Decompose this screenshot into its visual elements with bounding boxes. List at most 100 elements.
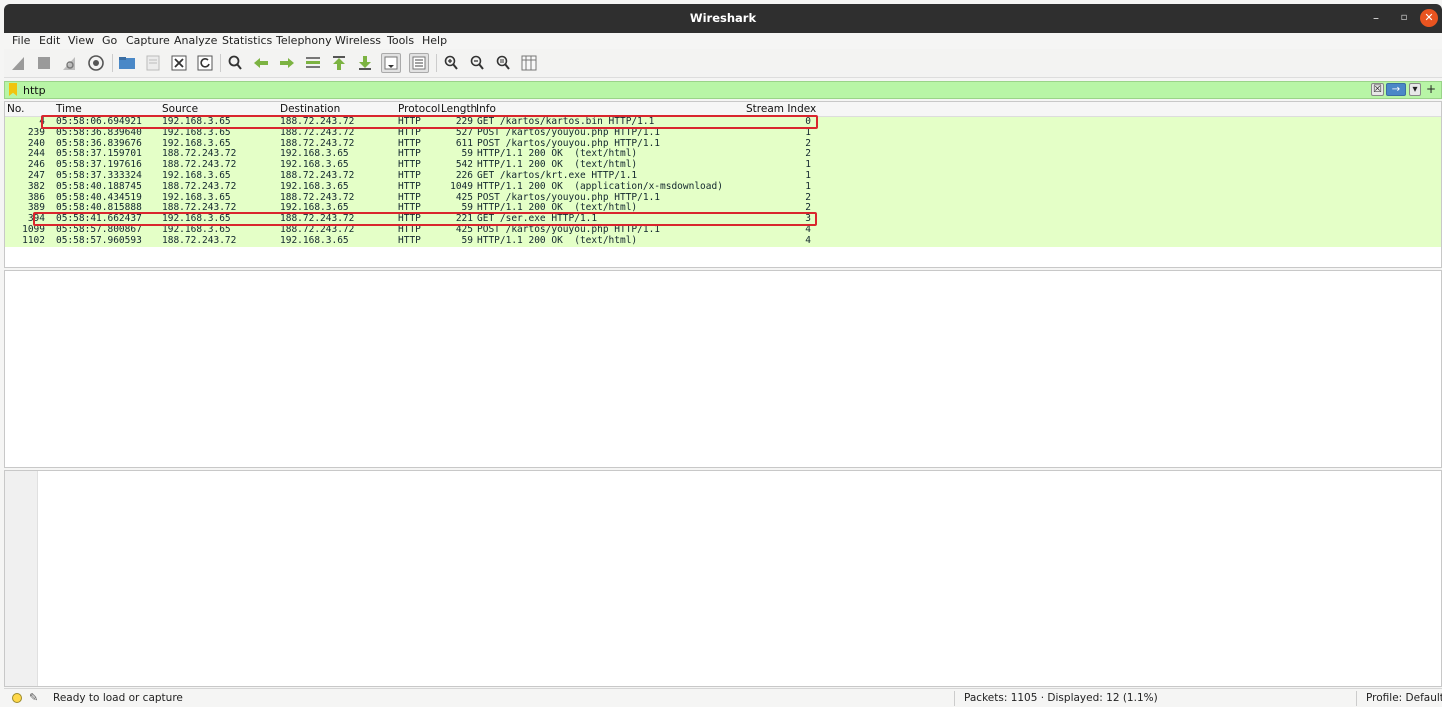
add-filter-button[interactable]: + xyxy=(1426,82,1436,96)
go-last-icon[interactable] xyxy=(355,53,375,73)
packet-cell-no: 382 xyxy=(27,180,45,192)
packet-cell-info: HTTP/1.1 200 OK (application/x-msdownloa… xyxy=(477,180,723,192)
packet-row[interactable]: 239 05:58:36.839640 192.168.3.65 188.72.243… xyxy=(5,126,1441,139)
packet-row[interactable]: 382 05:58:40.188745 188.72.243.72 192.168.3… xyxy=(5,180,1441,193)
menu-view[interactable]: View xyxy=(68,34,94,47)
column-header-source[interactable]: Source xyxy=(162,103,198,115)
packet-cell-len: 527 xyxy=(455,126,473,138)
go-first-icon[interactable] xyxy=(329,53,349,73)
packet-cell-len: 59 xyxy=(461,234,473,246)
packet-cell-stream: 1 xyxy=(805,126,811,138)
packet-cell-stream: 0 xyxy=(805,116,811,127)
go-back-icon[interactable] xyxy=(251,53,271,73)
packet-cell-src: 188.72.243.72 xyxy=(162,180,237,192)
menu-go[interactable]: Go xyxy=(102,34,117,47)
capture-options-icon[interactable] xyxy=(86,53,106,73)
packet-cell-stream: 3 xyxy=(805,213,811,225)
restart-capture-icon[interactable] xyxy=(60,53,80,73)
maximize-button[interactable]: ▫ xyxy=(1395,9,1413,27)
display-filter-bar: ☒ → ▾ + xyxy=(4,81,1442,99)
packet-cell-src: 192.168.3.65 xyxy=(162,126,231,138)
column-header-length[interactable]: Length xyxy=(441,103,477,115)
packet-list-header: No. Time Source Destination Protocol Len… xyxy=(5,102,1441,117)
packet-bytes-pane[interactable] xyxy=(4,470,1442,687)
packet-details-pane[interactable] xyxy=(4,270,1442,468)
packet-row[interactable]: 1102 05:58:57.960593 188.72.243.72 192.168.… xyxy=(5,234,1441,247)
menu-capture[interactable]: Capture xyxy=(126,34,170,47)
bookmark-icon[interactable] xyxy=(9,83,17,96)
packet-cell-no: 239 xyxy=(27,126,45,138)
toolbar-separator xyxy=(220,54,221,72)
packet-cell-stream: 2 xyxy=(805,148,811,160)
resize-columns-icon[interactable] xyxy=(519,53,539,73)
menu-help[interactable]: Help xyxy=(422,34,447,47)
title-bar: Wireshark – ▫ ✕ xyxy=(4,4,1442,33)
packet-cell-src: 188.72.243.72 xyxy=(162,234,237,246)
packet-cell-len: 1049 xyxy=(450,180,473,192)
go-forward-icon[interactable] xyxy=(277,53,297,73)
status-bar: ✎ Ready to load or capture Packets: 1105… xyxy=(4,688,1442,707)
packet-cell-proto: HTTP xyxy=(398,234,421,246)
packet-cell-time: 05:58:36.839640 xyxy=(56,126,142,138)
toolbar-separator xyxy=(112,54,113,72)
filter-history-dropdown[interactable]: ▾ xyxy=(1409,83,1421,96)
packet-cell-proto: HTTP xyxy=(398,126,421,138)
packet-rows: 4 05:58:06.694921 192.168.3.65 188.72.243.7… xyxy=(5,115,1441,247)
menu-wireless[interactable]: Wireless xyxy=(335,34,381,47)
packet-cell-stream: 1 xyxy=(805,169,811,181)
column-header-time[interactable]: Time xyxy=(56,103,82,115)
packet-cell-dst: 192.168.3.65 xyxy=(280,180,349,192)
packet-cell-info: POST /kartos/youyou.php HTTP/1.1 xyxy=(477,126,661,138)
status-separator xyxy=(1356,691,1357,706)
clear-filter-button[interactable]: ☒ xyxy=(1371,83,1384,96)
minimize-button[interactable]: – xyxy=(1367,9,1385,27)
packet-cell-time: 05:58:40.188745 xyxy=(56,180,142,192)
autoscroll-icon[interactable] xyxy=(381,53,401,73)
normal-size-icon[interactable] xyxy=(493,53,513,73)
expert-info-led-icon[interactable] xyxy=(12,693,22,703)
packet-cell-dst: 192.168.3.65 xyxy=(280,234,349,246)
packet-cell-stream: 1 xyxy=(805,180,811,192)
column-header-protocol[interactable]: Protocol xyxy=(398,103,440,115)
column-header-no[interactable]: No. xyxy=(7,103,24,115)
menu-bar: File Edit View Go Capture Analyze Statis… xyxy=(4,33,1442,49)
column-header-stream-index[interactable]: Stream Index xyxy=(746,103,816,115)
menu-edit[interactable]: Edit xyxy=(39,34,60,47)
menu-statistics[interactable]: Statistics xyxy=(222,34,272,47)
zoom-out-icon[interactable] xyxy=(467,53,487,73)
column-header-info[interactable]: Info xyxy=(476,103,496,115)
shark-fin-start-icon[interactable] xyxy=(9,53,29,73)
column-header-destination[interactable]: Destination xyxy=(280,103,340,115)
apply-filter-button[interactable]: → xyxy=(1386,83,1406,96)
packet-cell-stream: 4 xyxy=(805,234,811,246)
packet-cell-proto: HTTP xyxy=(398,180,421,192)
packet-cell-no: 1102 xyxy=(22,234,45,246)
packet-cell-stream: 2 xyxy=(805,191,811,203)
packet-cell-time: 05:58:57.960593 xyxy=(56,234,142,246)
stop-icon[interactable] xyxy=(34,53,54,73)
packet-count-status: Packets: 1105 · Displayed: 12 (1.1%) xyxy=(964,692,1158,704)
close-button[interactable]: ✕ xyxy=(1420,9,1438,27)
display-filter-input[interactable] xyxy=(23,83,1363,97)
menu-telephony[interactable]: Telephony xyxy=(276,34,332,47)
reload-file-icon[interactable] xyxy=(195,53,215,73)
close-file-icon[interactable] xyxy=(169,53,189,73)
packet-cell-info: HTTP/1.1 200 OK (text/html) xyxy=(477,234,638,246)
packet-cell-stream: 2 xyxy=(805,137,811,149)
save-file-icon[interactable] xyxy=(143,53,163,73)
toolbar-separator xyxy=(436,54,437,72)
capture-comment-icon[interactable]: ✎ xyxy=(29,691,38,704)
profile-status[interactable]: Profile: Default xyxy=(1366,692,1442,704)
go-to-packet-icon[interactable] xyxy=(303,53,323,73)
packet-list-pane: No. Time Source Destination Protocol Len… xyxy=(4,101,1442,268)
packet-cell-stream: 2 xyxy=(805,202,811,214)
open-file-icon[interactable] xyxy=(117,53,137,73)
find-packet-icon[interactable] xyxy=(225,53,245,73)
menu-tools[interactable]: Tools xyxy=(387,34,414,47)
colorize-icon[interactable] xyxy=(409,53,429,73)
menu-file[interactable]: File xyxy=(12,34,30,47)
zoom-in-icon[interactable] xyxy=(441,53,461,73)
menu-analyze[interactable]: Analyze xyxy=(174,34,217,47)
window-title: Wireshark xyxy=(689,11,757,25)
bytes-gutter xyxy=(5,471,38,686)
